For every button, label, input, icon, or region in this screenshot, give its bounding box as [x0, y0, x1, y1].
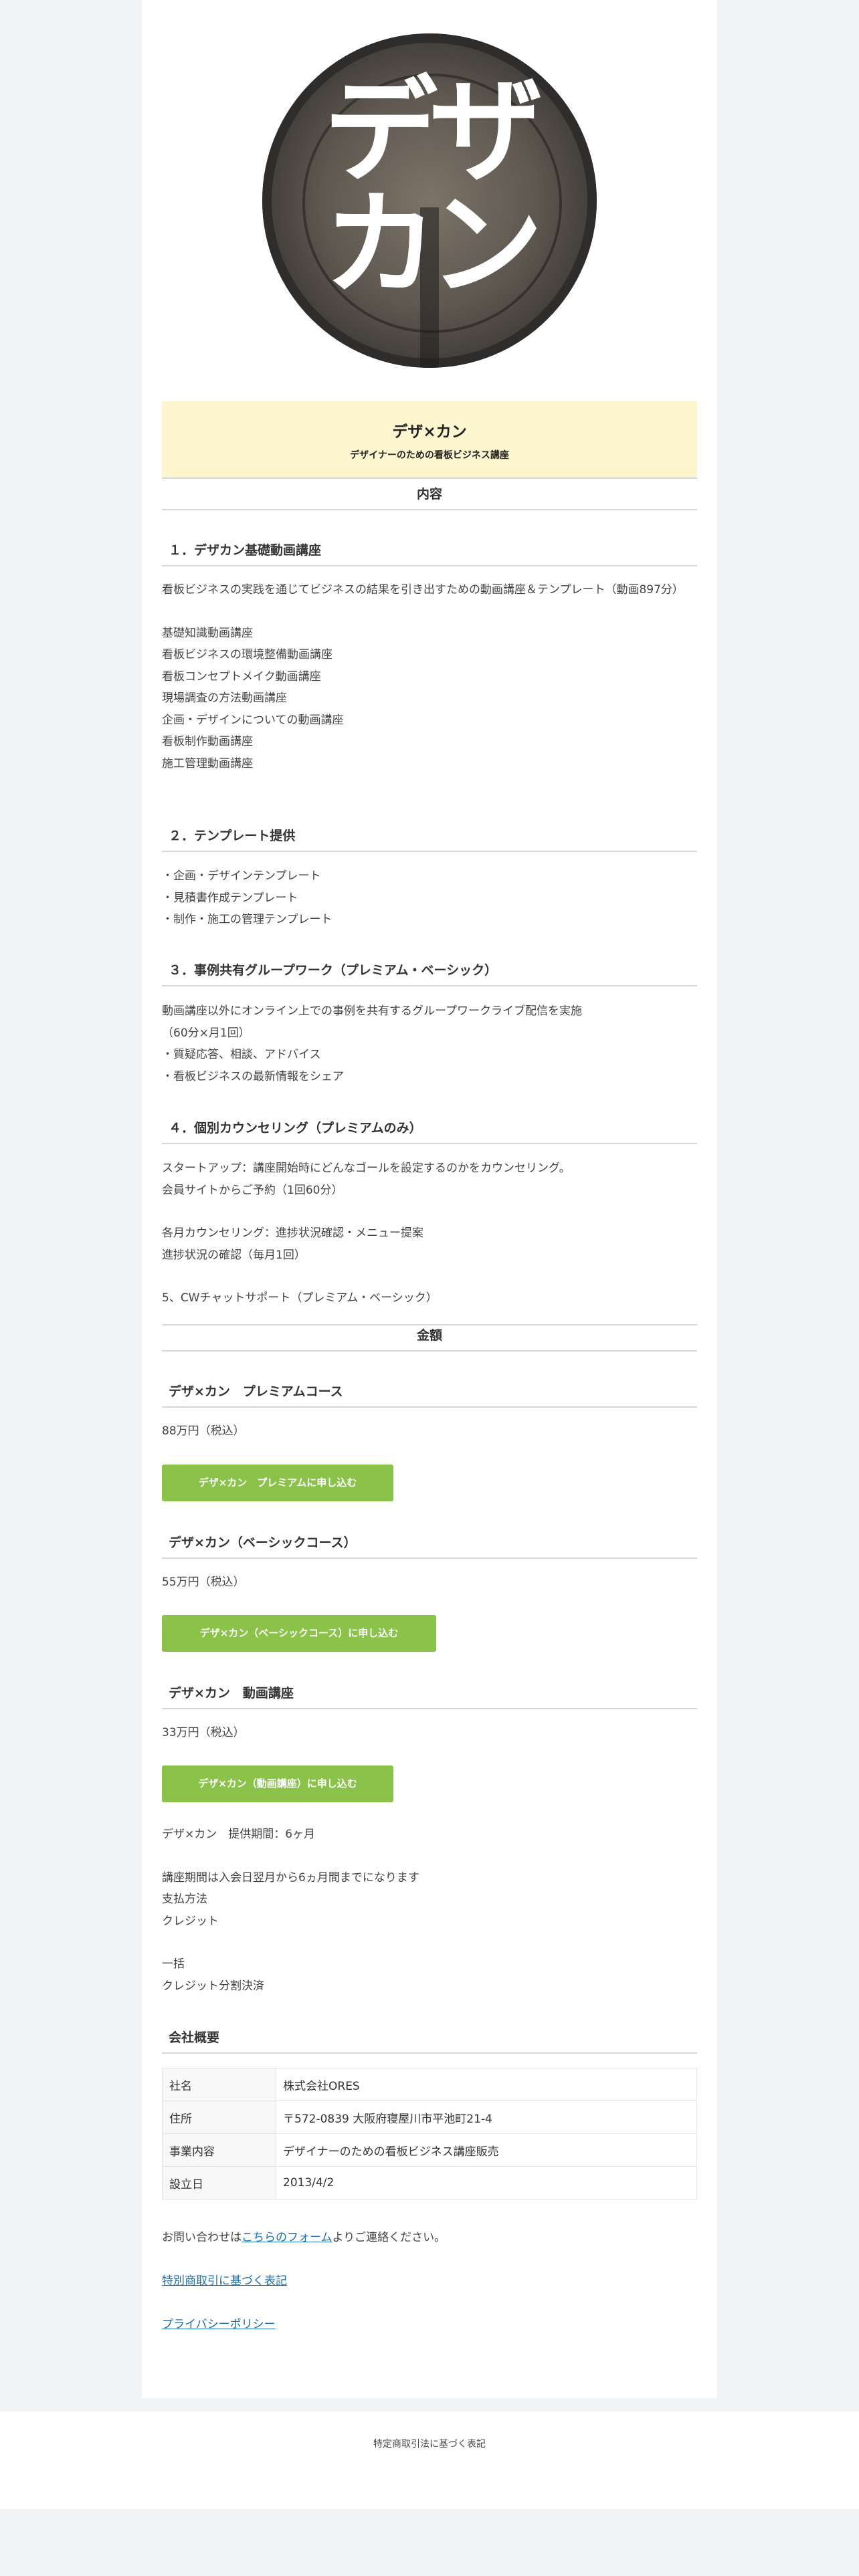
company-value: デザイナーのための看板ビジネス講座販売	[276, 2133, 697, 2167]
course-video-price: 33万円（税込）	[162, 1726, 245, 1739]
table-row: 住所 〒572-0839 大阪府寝屋川市平池町21-4	[162, 2101, 697, 2134]
table-row: 社名 株式会社ORES	[162, 2068, 697, 2101]
company-value: 〒572-0839 大阪府寝屋川市平池町21-4	[276, 2101, 697, 2134]
list-item: 基礎知識動画講座	[162, 626, 253, 640]
tokusho-line: 特別商取引に基づく表記	[162, 2270, 697, 2292]
note-payment-label: 支払方法	[162, 1893, 207, 1906]
table-row: 事業内容 デザイナーのための看板ビジネス講座販売	[162, 2133, 697, 2167]
pricing-heading: 金額	[162, 1324, 697, 1352]
list-item: 現場調査の方法動画講座	[162, 691, 287, 705]
contact-suffix: よりご連絡ください。	[332, 2231, 446, 2244]
section-2-title: ２．テンプレート提供	[162, 826, 697, 852]
list-item: 看板制作動画講座	[162, 735, 253, 748]
list-item: 看板コンセプトメイク動画講座	[162, 669, 321, 683]
note-duration: 講座期間は入会日翌月から6ヵ月間までになります	[162, 1870, 419, 1885]
table-row: 設立日 2013/4/2	[162, 2166, 697, 2199]
company-value: 株式会社ORES	[276, 2068, 697, 2101]
desakan-logo: デザ カン	[262, 33, 597, 368]
hero-title: デザ×カン	[392, 423, 467, 441]
list-item: 看板ビジネスの環境整備動画講座	[162, 648, 332, 661]
list-item: 動画講座以外にオンライン上での事例を共有するグループワークライブ配信を実施	[162, 1004, 582, 1018]
section-1-intro: 看板ビジネスの実践を通じてビジネスの結果を引き出すための動画講座＆テンプレート（…	[162, 583, 684, 597]
company-key: 住所	[162, 2101, 276, 2134]
basic-apply-button[interactable]: デザ×カン（ベーシックコース）に申し込む	[162, 1615, 436, 1652]
main-page: デザ カン デザ×カン デザイナーのための看板ビジネス講座 内容 １．デザカン基…	[142, 0, 717, 2398]
footer: 特定商取引法に基づく表記	[0, 2411, 859, 2509]
list-item: ・制作・施工の管理テンプレート	[162, 913, 332, 926]
note-lump-sum: 一括	[162, 1957, 185, 1971]
contact-prefix: お問い合わせは	[162, 2231, 242, 2244]
hero-banner: デザ×カン デザイナーのための看板ビジネス講座	[162, 401, 697, 479]
company-table: 社名 株式会社ORES 住所 〒572-0839 大阪府寝屋川市平池町21-4 …	[162, 2068, 697, 2199]
pricing-notes: デザ×カン 提供期間：6ヶ月 講座期間は入会日翌月から6ヵ月間までになります 支…	[162, 1824, 697, 1997]
list-item: スタートアップ：講座開始時にどんなゴールを設定するのかをカウンセリング。	[162, 1162, 571, 1175]
contact-form-link[interactable]: こちらのフォーム	[242, 2231, 332, 2244]
list-item: ・企画・デザインテンプレート	[162, 869, 321, 883]
list-item: 各月カウンセリング：進捗状況確認・メニュー提案	[162, 1226, 423, 1240]
company-key: 社名	[162, 2068, 276, 2101]
note-credit: クレジット	[162, 1914, 219, 1928]
company-value: 2013/4/2	[276, 2166, 697, 2199]
course-basic-title: デザ×カン（ベーシックコース）	[162, 1533, 697, 1559]
company-title: 会社概要	[162, 2028, 697, 2054]
note-installment: クレジット分割決済	[162, 1979, 264, 1993]
privacy-policy-link[interactable]: プライバシーポリシー	[162, 2318, 276, 2331]
logo-line-1: デザ	[323, 66, 543, 198]
note-period: デザ×カン 提供期間：6ヶ月	[162, 1828, 316, 1841]
premium-apply-button[interactable]: デザ×カン プレミアムに申し込む	[162, 1465, 393, 1501]
section-4-title: ４．個別カウンセリング（プレミアムのみ）	[162, 1118, 697, 1144]
section-1-title: １．デザカン基礎動画講座	[162, 540, 697, 566]
company-key: 事業内容	[162, 2133, 276, 2167]
privacy-line: プライバシーポリシー	[162, 2314, 697, 2336]
list-item: （60分×月1回）	[162, 1026, 250, 1040]
course-basic-price: 55万円（税込）	[162, 1576, 245, 1589]
video-apply-button[interactable]: デザ×カン（動画講座）に申し込む	[162, 1765, 393, 1802]
section-3-title: ３．事例共有グループワーク（プレミアム・ベーシック）	[162, 960, 697, 986]
list-item: ・看板ビジネスの最新情報をシェア	[162, 1069, 344, 1083]
course-premium-title: デザ×カン プレミアムコース	[162, 1382, 697, 1408]
footer-tokusho-link[interactable]: 特定商取引法に基づく表記	[373, 2439, 486, 2450]
logo-line-2: カン	[323, 179, 543, 312]
contents-heading: 内容	[162, 484, 697, 510]
course-premium-price: 88万円（税込）	[162, 1424, 245, 1438]
company-key: 設立日	[162, 2166, 276, 2199]
section-1-body: 看板ビジネスの実践を通じてビジネスの結果を引き出すための動画講座＆テンプレート（…	[162, 579, 697, 774]
tokusho-link[interactable]: 特別商取引に基づく表記	[162, 2274, 287, 2288]
list-item: 会員サイトからご予約（1回60分）	[162, 1183, 343, 1197]
section-2-body: ・企画・デザインテンプレート ・見積書作成テンプレート ・制作・施工の管理テンプ…	[162, 865, 697, 931]
section-3-body: 動画講座以外にオンライン上での事例を共有するグループワークライブ配信を実施 （6…	[162, 1000, 697, 1087]
contact-line: お問い合わせはこちらのフォームよりご連絡ください。	[162, 2227, 697, 2249]
list-item: 進捗状況の確認（毎月1回）	[162, 1248, 306, 1262]
list-item: 施工管理動画講座	[162, 756, 253, 770]
hero-subtitle: デザイナーのための看板ビジネス講座	[350, 450, 509, 461]
list-item: 企画・デザインについての動画講座	[162, 713, 344, 727]
section-4-body: スタートアップ：講座開始時にどんなゴールを設定するのかをカウンセリング。 会員サ…	[162, 1158, 697, 1309]
section-5-text: 5、CWチャットサポート（プレミアム・ベーシック）	[162, 1291, 438, 1305]
course-video-title: デザ×カン 動画講座	[162, 1683, 697, 1709]
list-item: ・見積書作成テンプレート	[162, 891, 298, 905]
list-item: ・質疑応答、相談、アドバイス	[162, 1048, 321, 1061]
